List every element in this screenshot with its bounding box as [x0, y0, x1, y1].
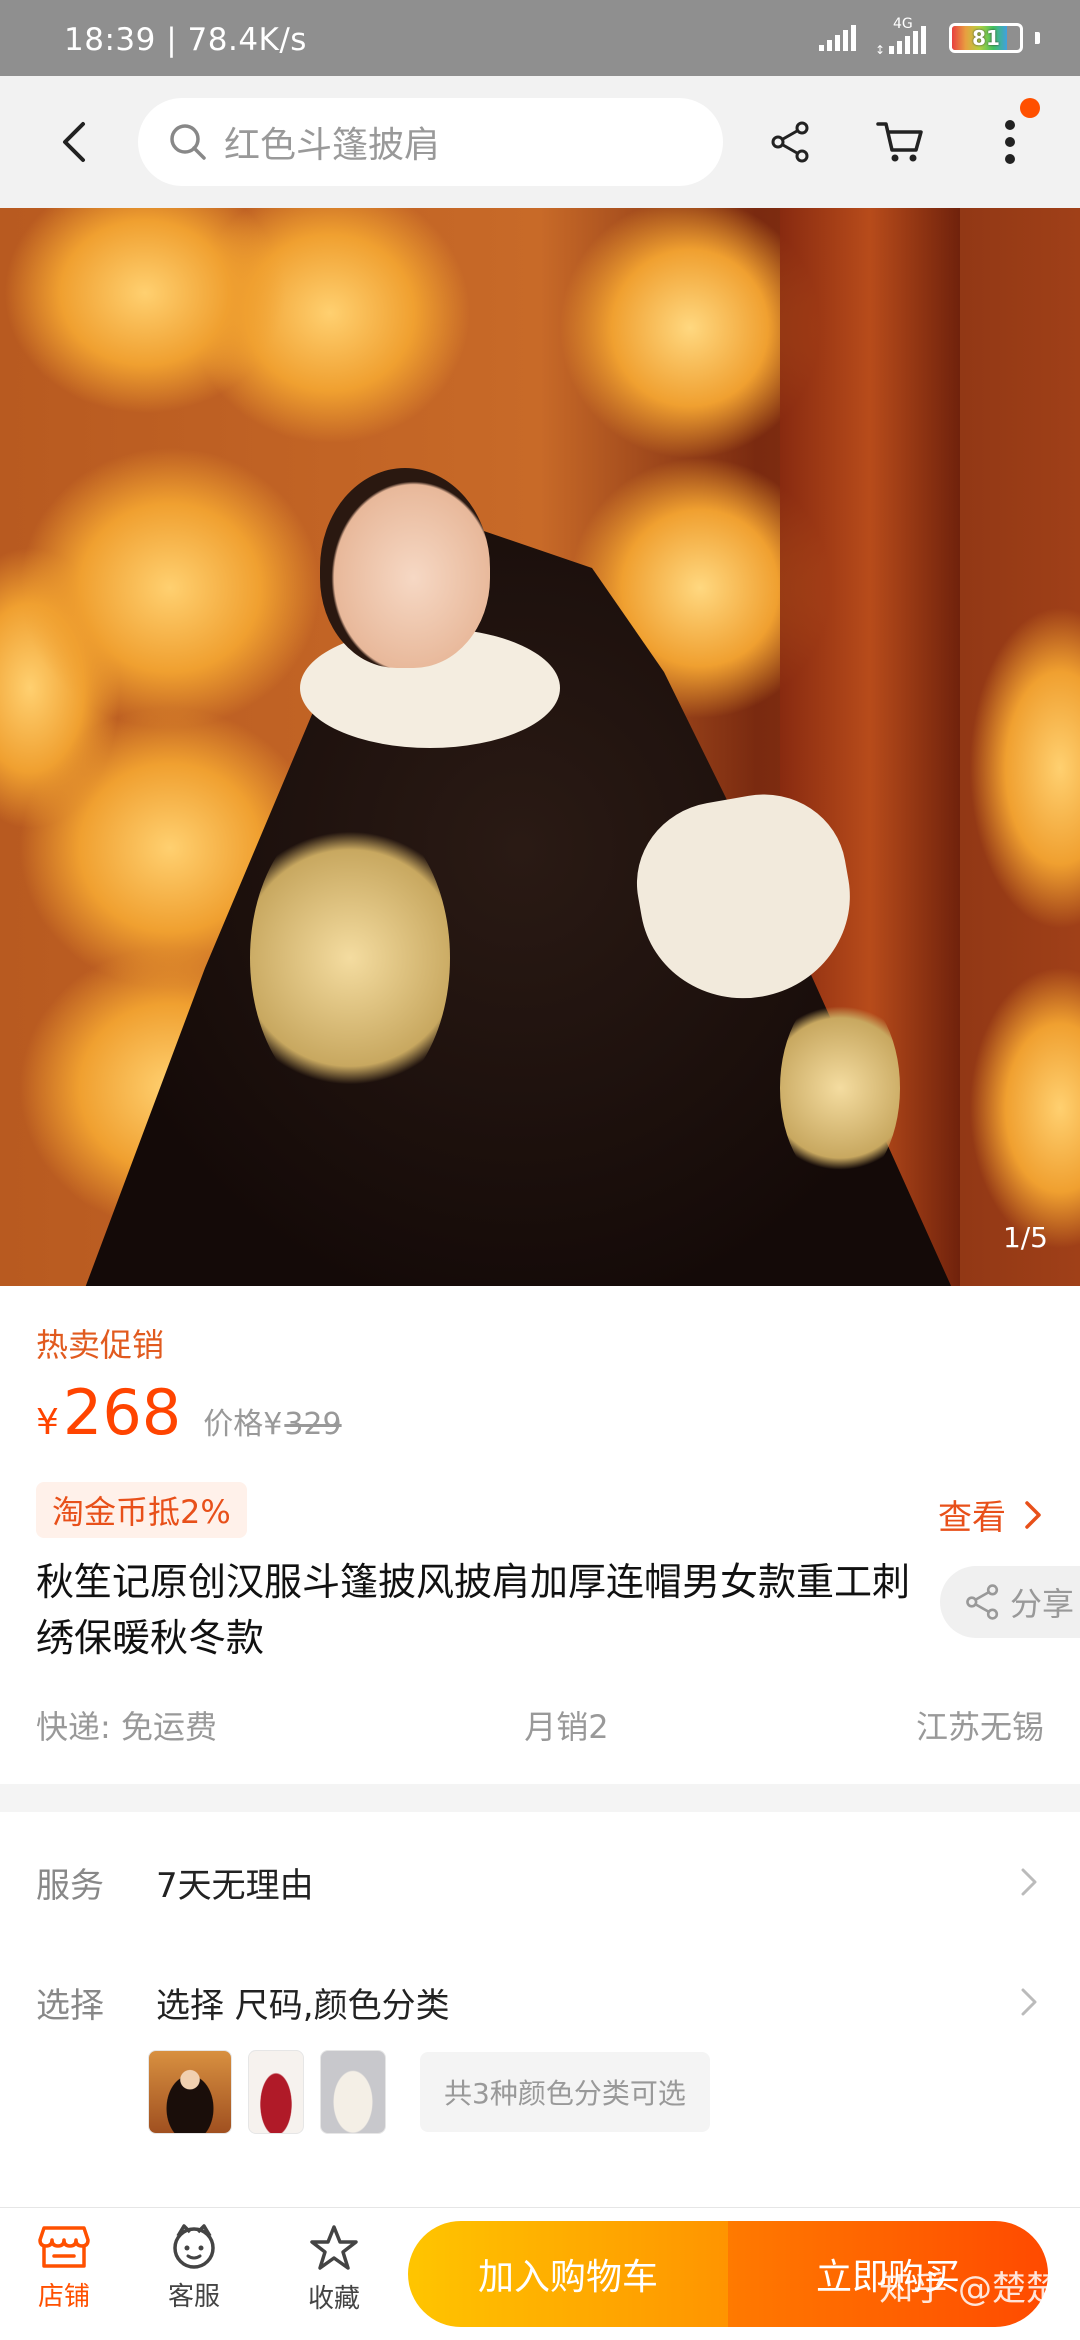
- share-icon: [771, 121, 809, 163]
- notification-dot: [1020, 98, 1040, 118]
- status-icons: 4G ↕ 81: [817, 16, 1040, 56]
- battery-tip: [1035, 32, 1040, 44]
- net-speed: 78.4K/s: [187, 22, 307, 58]
- price-row: ¥ 268 价格¥ 329: [36, 1376, 342, 1449]
- color-thumbnails: 共3种颜色分类可选: [148, 2050, 710, 2134]
- add-to-cart-button[interactable]: 加入购物车: [408, 2221, 728, 2327]
- share-pill-button[interactable]: 分享: [940, 1566, 1080, 1638]
- product-info: 热卖促销 ¥ 268 价格¥ 329 淘金币抵2% 查看 秋笙记原创汉服斗篷披风…: [0, 1286, 1080, 1784]
- service-label: 服务: [36, 1865, 104, 1906]
- more-button[interactable]: [984, 116, 1036, 168]
- status-bar: 18:39 | 78.4K/s 4G ↕ 81: [0, 0, 1080, 76]
- svg-text:↕: ↕: [875, 43, 885, 56]
- product-title: 秋笙记原创汉服斗篷披风披肩加厚连帽男女款重工刺绣保暖秋冬款: [36, 1560, 911, 1660]
- top-nav: 红色斗篷披肩: [0, 76, 1080, 208]
- select-label: 选择: [36, 1985, 104, 2026]
- cart-button[interactable]: [874, 116, 926, 168]
- signal-icon: [819, 25, 856, 51]
- back-icon: [63, 122, 85, 162]
- currency-symbol: ¥: [36, 1402, 59, 1443]
- search-placeholder: 红色斗篷披肩: [224, 125, 441, 166]
- monthly-sales: 月销2: [524, 1708, 609, 1746]
- watermark: 知乎 @楚楚: [879, 2269, 1060, 2309]
- status-time: 18:39 | 78.4K/s: [64, 22, 307, 58]
- service-value: 7天无理由: [156, 1865, 314, 1906]
- search-icon: [170, 124, 206, 160]
- store-label: 店铺: [37, 2282, 90, 2312]
- price: 268: [62, 1376, 182, 1449]
- original-price: 329: [284, 1407, 342, 1442]
- share-label: 分享: [1010, 1585, 1075, 1623]
- color-thumbnail-white[interactable]: [320, 2050, 386, 2134]
- color-count[interactable]: 共3种颜色分类可选: [420, 2052, 710, 2132]
- share-button[interactable]: [765, 116, 817, 168]
- embroidery: [250, 808, 450, 1108]
- coin-badge: 淘金币抵2%: [36, 1482, 247, 1538]
- store-icon: [38, 2226, 90, 2268]
- view-link[interactable]: 查看: [938, 1490, 1042, 1539]
- chevron-right-icon: [1025, 1500, 1041, 1529]
- service-row[interactable]: 服务 7天无理由: [36, 1852, 1044, 1912]
- more-icon: [1005, 120, 1015, 164]
- support-icon: [173, 2224, 215, 2269]
- shipping-info: 快递: 免运费: [36, 1708, 217, 1746]
- battery-level: 81: [972, 26, 1000, 50]
- bottom-bar: 店铺 客服 收藏 加入购物车 立即购买 知乎 @楚楚: [0, 2207, 1080, 2340]
- status-separator: |: [166, 22, 188, 58]
- view-link-label: 查看: [938, 1498, 1006, 1538]
- cart-icon: [876, 122, 923, 162]
- ship-location: 江苏无锡: [915, 1708, 1044, 1746]
- product-image[interactable]: 1/5: [0, 208, 1080, 1286]
- share-icon: [966, 1584, 999, 1620]
- select-options-row[interactable]: 选择 选择 尺码,颜色分类: [36, 1972, 1044, 2032]
- support-label: 客服: [167, 2282, 220, 2312]
- search-input[interactable]: 红色斗篷披肩: [138, 98, 723, 186]
- section-divider: [0, 1784, 1080, 1812]
- tab-store[interactable]: 店铺: [14, 2224, 114, 2313]
- meta-row: 快递: 免运费 月销2 江苏无锡: [36, 1702, 1044, 1748]
- select-value: 选择 尺码,颜色分类: [156, 1985, 450, 2026]
- signal-4g-icon: 4G ↕: [873, 16, 937, 56]
- color-thumbnail-red[interactable]: [248, 2050, 304, 2134]
- color-thumbnail-black[interactable]: [148, 2050, 232, 2134]
- favorite-label: 收藏: [307, 2284, 360, 2314]
- clock: 18:39: [64, 22, 156, 58]
- service-section: 服务 7天无理由 选择 选择 尺码,颜色分类 共3种颜色分类可选: [0, 1812, 1080, 2207]
- model-head: [320, 468, 490, 668]
- tab-favorite[interactable]: 收藏: [284, 2224, 384, 2315]
- tab-support[interactable]: 客服: [144, 2224, 244, 2313]
- battery-icon: 81: [949, 23, 1023, 53]
- star-icon: [310, 2225, 358, 2270]
- chevron-right-icon: [1014, 1867, 1044, 1897]
- chevron-right-icon: [1014, 1987, 1044, 2017]
- embroidery: [780, 988, 900, 1188]
- page-indicator: 1/5: [1002, 1221, 1048, 1254]
- original-price-label: 价格¥: [203, 1407, 283, 1442]
- back-button[interactable]: [48, 116, 100, 168]
- promo-tag: 热卖促销: [36, 1326, 165, 1364]
